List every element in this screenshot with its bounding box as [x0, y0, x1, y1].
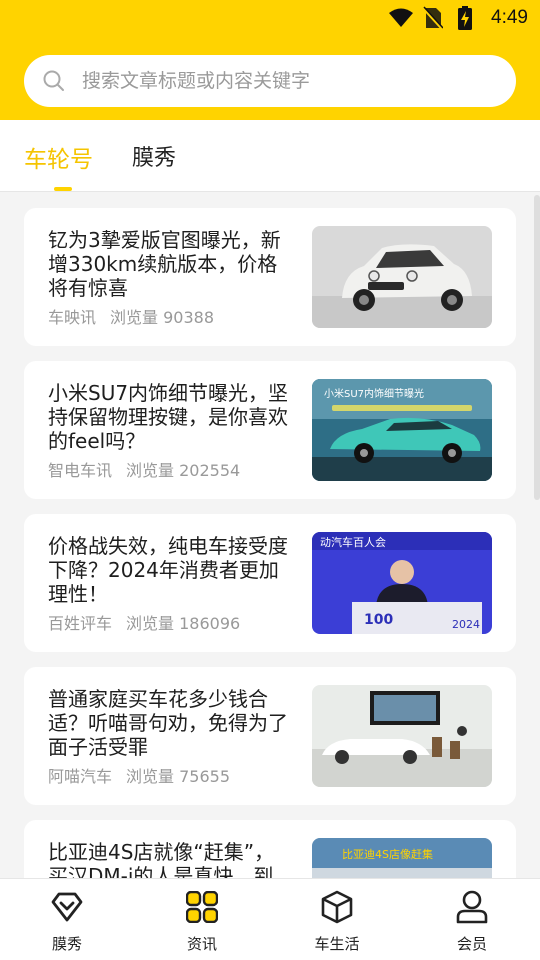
- article-title[interactable]: 价格战失效，纯电车接受度下降？2024年消费者更加理性！: [48, 534, 293, 606]
- tab-indicator: [54, 187, 72, 191]
- article-title[interactable]: 普通家庭买车花多少钱合适？听喵哥句劝，免得为了面子活受罪: [48, 687, 293, 759]
- no-sim-icon: [421, 6, 445, 30]
- search-bar[interactable]: [24, 55, 516, 107]
- article-source: 百姓评车: [48, 614, 113, 633]
- article-source: 智电车讯: [48, 461, 113, 480]
- tab-chelunhao[interactable]: 车轮号: [24, 140, 93, 174]
- nav-huiyuan[interactable]: 会员: [427, 889, 517, 955]
- status-bar: 4:49: [0, 0, 540, 36]
- svg-text:100: 100: [364, 612, 393, 628]
- article-card[interactable]: 小米SU7内饰细节曝光，坚持保留物理按键，是你喜欢的feel吗？ 智电车讯 浏览量…: [24, 361, 516, 499]
- article-source: 车映讯: [48, 308, 97, 327]
- heart-diamond-icon: [49, 889, 85, 925]
- article-thumbnail[interactable]: 动汽车百人会 100 2024: [312, 532, 492, 634]
- white-hatchback-photo: [312, 226, 492, 328]
- article-card[interactable]: 价格战失效，纯电车接受度下降？2024年消费者更加理性！ 百姓评车 浏览量 186…: [24, 514, 516, 652]
- article-thumbnail[interactable]: [312, 685, 492, 787]
- bottom-nav: 膜秀 资讯 车生活 会员: [0, 878, 540, 960]
- article-thumbnail[interactable]: 小米SU7内饰细节曝光: [312, 379, 492, 481]
- scrollbar[interactable]: [534, 195, 540, 500]
- status-time: 4:49: [491, 7, 528, 28]
- search-input[interactable]: [82, 70, 482, 92]
- nav-label: 车生活: [314, 935, 360, 953]
- article-views: 浏览量 202554: [126, 461, 241, 480]
- battery-icon: [453, 6, 477, 30]
- article-meta: 百姓评车 浏览量 186096: [48, 610, 240, 634]
- article-thumbnail[interactable]: [312, 226, 492, 328]
- grid-icon: [184, 889, 220, 925]
- showroom-photo: [312, 685, 492, 787]
- article-meta: 车映讯 浏览量 90388: [48, 304, 214, 328]
- tab-bar: 车轮号 膜秀: [0, 120, 540, 192]
- nav-label: 膜秀: [51, 935, 82, 953]
- svg-text:小米SU7内饰细节曝光: 小米SU7内饰细节曝光: [324, 387, 424, 400]
- article-views: 浏览量 90388: [110, 308, 215, 327]
- article-views: 浏览量 75655: [126, 767, 231, 786]
- user-icon: [454, 889, 490, 925]
- article-meta: 阿喵汽车 浏览量 75655: [48, 763, 230, 787]
- svg-text:2024: 2024: [452, 618, 480, 631]
- nav-zixun[interactable]: 资讯: [157, 889, 247, 955]
- teal-sedan-photo: 小米SU7内饰细节曝光: [312, 379, 492, 481]
- svg-text:比亚迪4S店像赶集: 比亚迪4S店像赶集: [342, 847, 433, 861]
- article-views: 浏览量 186096: [126, 614, 241, 633]
- tab-moxiu[interactable]: 膜秀: [132, 140, 176, 172]
- article-title[interactable]: 钇为3摯爱版官图曝光，新增330km续航版本，价格将有惊喜: [48, 228, 293, 300]
- nav-label: 会员: [456, 935, 487, 953]
- article-card[interactable]: 普通家庭买车花多少钱合适？听喵哥句劝，免得为了面子活受罪 阿喵汽车 浏览量 756…: [24, 667, 516, 805]
- wifi-icon: [389, 6, 414, 30]
- article-card[interactable]: 钇为3摯爱版官图曝光，新增330km续航版本，价格将有惊喜 车映讯 浏览量 903…: [24, 208, 516, 346]
- speaker-podium-photo: 动汽车百人会 100 2024: [312, 532, 492, 634]
- nav-label: 资讯: [186, 935, 217, 953]
- svg-text:动汽车百人会: 动汽车百人会: [320, 535, 386, 549]
- nav-cheshenghuo[interactable]: 车生活: [292, 889, 382, 955]
- article-source: 阿喵汽车: [48, 767, 113, 786]
- article-title[interactable]: 小米SU7内饰细节曝光，坚持保留物理按键，是你喜欢的feel吗？: [48, 381, 293, 453]
- article-meta: 智电车讯 浏览量 202554: [48, 457, 240, 481]
- cube-icon: [319, 889, 355, 925]
- nav-moxiu[interactable]: 膜秀: [22, 889, 112, 955]
- search-icon: [42, 69, 66, 93]
